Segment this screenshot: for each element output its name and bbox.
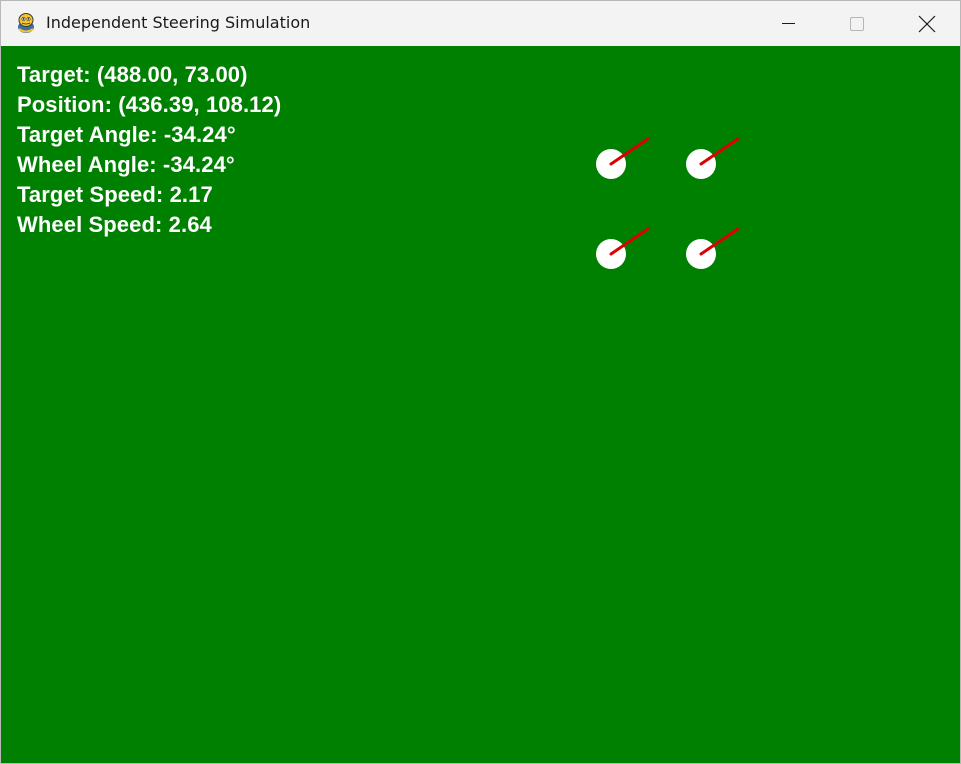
minimize-button[interactable] — [764, 1, 810, 46]
python-snake-icon — [18, 13, 34, 33]
maximize-button[interactable] — [833, 1, 879, 46]
wheel-group — [596, 137, 740, 269]
wheel-rear-left — [596, 227, 650, 269]
maximize-icon — [850, 17, 864, 31]
wheel-front-left — [596, 137, 650, 179]
close-icon — [918, 15, 936, 33]
title-bar[interactable]: Independent Steering Simulation — [1, 1, 960, 46]
wheel-front-right — [686, 137, 740, 179]
app-window: Independent Steering Simulation Target: … — [0, 0, 961, 764]
window-title: Independent Steering Simulation — [46, 13, 311, 32]
minimize-icon — [782, 23, 795, 24]
simulation-canvas[interactable]: Target: (488.00, 73.00) Position: (436.3… — [1, 46, 960, 763]
wheel-rear-right — [686, 227, 740, 269]
close-button[interactable] — [902, 1, 948, 46]
